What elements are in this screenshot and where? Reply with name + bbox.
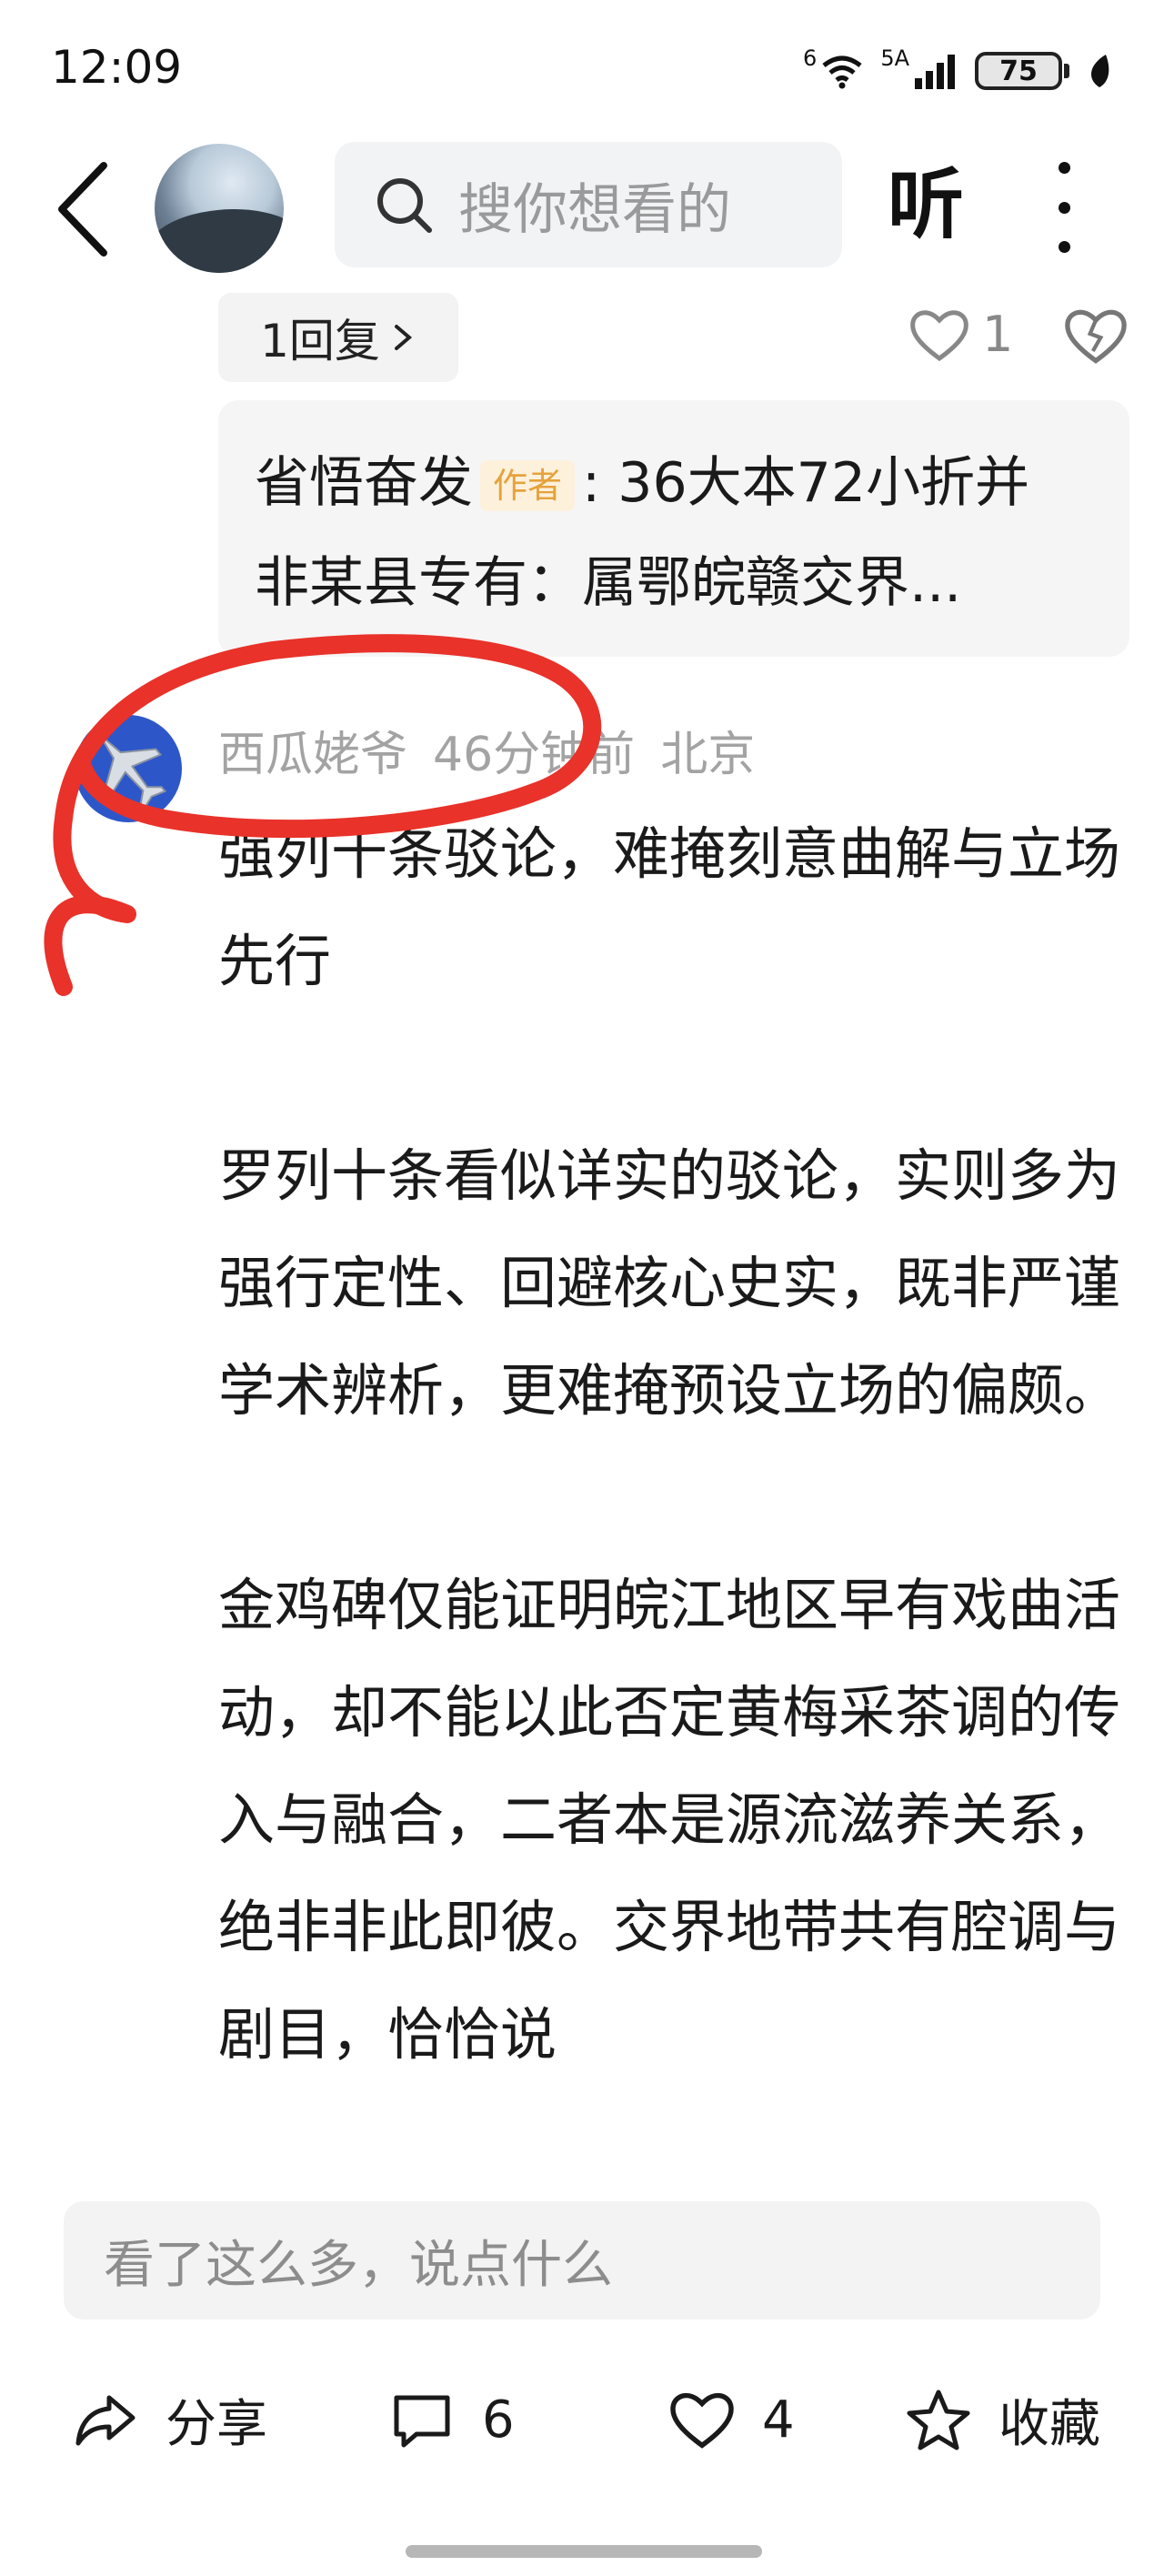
search-placeholder: 搜你想看的 bbox=[458, 177, 731, 242]
comment-input-placeholder: 看了这么多，说点什么 bbox=[104, 2235, 613, 2295]
search-box[interactable]: 搜你想看的 bbox=[335, 142, 842, 267]
search-icon bbox=[377, 178, 432, 233]
status-time: 12:09 bbox=[51, 41, 183, 94]
reply-like-count: 1 bbox=[982, 306, 1014, 363]
comment-count: 6 bbox=[482, 2390, 515, 2450]
fighter-jet-icon bbox=[98, 733, 167, 810]
commenter-username[interactable]: 西瓜姥爷 bbox=[218, 728, 407, 782]
quote-line-1: 省悟奋发 作者: 36大本72小折并 bbox=[255, 433, 1093, 533]
chevron-right-icon bbox=[394, 325, 412, 350]
chevron-left-icon bbox=[58, 162, 107, 257]
quote-text-2: 非某县专有：属鄂皖赣交界... bbox=[255, 551, 962, 615]
author-avatar[interactable] bbox=[155, 144, 284, 273]
comment-paragraph: 强列十条驳论，难掩刻意曲解与立场先行 bbox=[218, 820, 1121, 994]
favorite-label: 收藏 bbox=[998, 2394, 1100, 2454]
commenter-avatar[interactable] bbox=[75, 715, 182, 822]
comment-location: 北京 bbox=[660, 728, 756, 782]
home-indicator[interactable] bbox=[406, 2545, 762, 2558]
listen-button[interactable]: 听 bbox=[888, 155, 964, 255]
leaf-icon bbox=[1090, 55, 1109, 87]
favorite-button[interactable]: 收藏 bbox=[906, 2374, 1100, 2465]
status-icons: 6 5A 75 bbox=[803, 45, 1113, 96]
network-indicator-2: 5A bbox=[880, 45, 909, 71]
quote-text-1: : 36大本72小折并 bbox=[582, 451, 1029, 515]
battery-icon: 75 bbox=[975, 52, 1062, 90]
comment-input[interactable]: 看了这么多，说点什么 bbox=[64, 2201, 1100, 2319]
comment-button[interactable]: 6 bbox=[389, 2374, 515, 2465]
broken-heart-icon bbox=[1065, 309, 1127, 364]
battery-tip bbox=[1064, 64, 1069, 78]
battery-level: 75 bbox=[999, 55, 1038, 87]
quoted-reply[interactable]: 省悟奋发 作者: 36大本72小折并 非某县专有：属鄂皖赣交界... bbox=[218, 400, 1129, 657]
back-button[interactable] bbox=[47, 155, 120, 264]
reply-like-button[interactable]: 1 bbox=[909, 306, 1013, 363]
comment-meta: 西瓜姥爷 46分钟前 北京 bbox=[218, 719, 780, 791]
like-button[interactable]: 4 bbox=[669, 2374, 795, 2465]
comment-paragraph: 金鸡碑仅能证明皖江地区早有戏曲活动，却不能以此否定黄梅采茶调的传入与融合，二者本… bbox=[218, 1572, 1121, 2068]
network-indicator-1: 6 bbox=[803, 45, 818, 71]
quote-author: 省悟奋发 bbox=[255, 451, 473, 515]
author-badge: 作者 bbox=[480, 460, 576, 512]
share-icon bbox=[75, 2395, 135, 2446]
reply-count-label: 1回复 bbox=[260, 315, 380, 367]
heart-icon bbox=[670, 2392, 734, 2449]
share-button[interactable]: 分享 bbox=[73, 2374, 267, 2465]
star-icon bbox=[907, 2390, 970, 2450]
comment-paragraph: 罗列十条看似详实的驳论，实则多为强行定性、回避核心史实，既非严谨学术辨析，更难掩… bbox=[218, 1142, 1121, 1424]
signal-icon bbox=[915, 55, 955, 89]
comment-bubble-icon bbox=[394, 2395, 450, 2448]
more-vertical-icon[interactable] bbox=[1046, 162, 1082, 253]
comment-body: 强列十条驳论，难掩刻意曲解与立场先行 罗列十条看似详实的驳论，实则多为强行定性、… bbox=[218, 800, 1128, 2196]
like-count: 4 bbox=[762, 2390, 795, 2450]
heart-icon bbox=[910, 309, 968, 361]
view-replies-button[interactable]: 1回复 bbox=[218, 293, 458, 382]
wifi-icon bbox=[822, 55, 862, 89]
dislike-button[interactable] bbox=[1064, 304, 1128, 367]
share-label: 分享 bbox=[166, 2394, 267, 2454]
comment-time: 46分钟前 bbox=[433, 728, 636, 782]
